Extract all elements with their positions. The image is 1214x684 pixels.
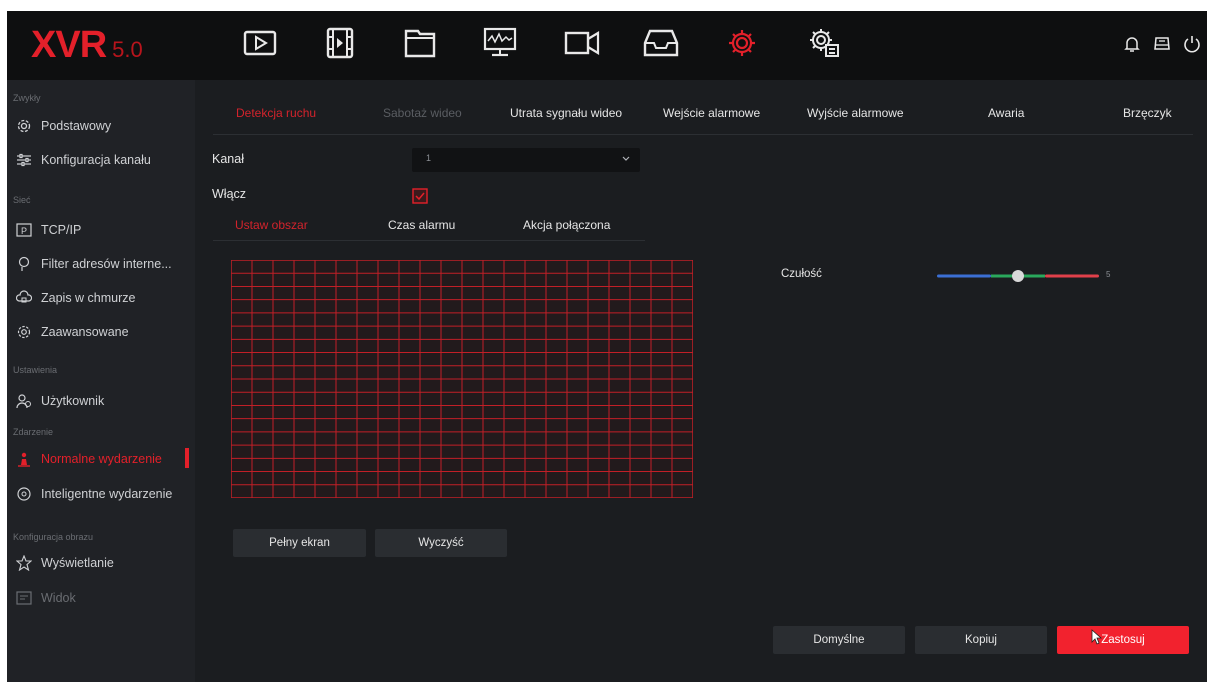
clear-button[interactable]: Wyczyść [375,529,507,557]
user-icon [15,392,33,410]
event-tabs: Detekcja ruchu Sabotaż wideo Utrata sygn… [213,106,1193,135]
sidebar-item-label: Zapis w chmurze [41,291,136,305]
enable-checkbox[interactable] [412,188,428,204]
section-label-settings: Ustawienia [13,365,58,375]
sidebar-item-label: TCP/IP [41,223,82,237]
sidebar-item-advanced[interactable]: Zaawansowane [7,319,195,345]
sidebar-item-normal-event[interactable]: Normalne wydarzenie [7,446,195,472]
settings-gear-icon[interactable] [721,23,763,63]
main-panel: Detekcja ruchu Sabotaż wideo Utrata sygn… [195,80,1207,682]
section-label-general: Zwykły [13,93,41,103]
sidebar-item-tcpip[interactable]: P TCP/IP [7,217,195,243]
sidebar-item-label: Użytkownik [41,394,105,408]
sidebar-item-label: Podstawowy [41,119,112,133]
tab-set-area[interactable]: Ustaw obszar [235,218,308,232]
view-icon [15,589,33,607]
tab-alarm-time[interactable]: Czas alarmu [388,218,455,232]
apply-button[interactable]: Zastosuj [1057,626,1189,654]
hdd-icon[interactable] [1151,33,1173,55]
sidebar-item-label: Wyświetlanie [41,556,114,570]
cloud-icon [15,289,33,307]
system-monitor-icon[interactable] [479,23,521,63]
fullscreen-button[interactable]: Pełny ekran [233,529,366,557]
copy-button[interactable]: Kopiuj [915,626,1047,654]
sidebar-item-basic[interactable]: Podstawowy [7,113,195,139]
tab-buzzer[interactable]: Brzęczyk [1123,106,1172,120]
sensitivity-label: Czułość [781,268,822,280]
sidebar-item-label: Konfiguracja kanału [41,153,151,167]
playback-icon[interactable] [239,23,281,63]
slider-thumb-layer [1012,270,1024,282]
star-icon [15,554,33,572]
enable-label: Włącz [212,187,247,201]
filter-icon [15,255,33,273]
sidebar-item-smart-event[interactable]: Inteligentne wydarzenie [7,481,195,507]
video-clip-icon[interactable] [319,23,361,63]
tab-motion-detection[interactable]: Detekcja ruchu [236,106,316,120]
maintenance-gear-icon[interactable] [803,23,845,63]
power-icon[interactable] [1181,33,1203,55]
file-folder-icon[interactable] [399,23,441,63]
section-label-network: Sieć [13,195,31,205]
mouse-cursor-icon [1091,629,1103,645]
alarm-person-icon [15,450,33,468]
advanced-gear-icon [15,323,33,341]
sidebar-item-label: Zaawansowane [41,325,129,339]
smart-event-icon [15,485,33,503]
tcpip-icon: P [15,221,33,239]
sidebar-item-label: Filter adresów interne... [41,257,172,271]
tab-video-loss[interactable]: Utrata sygnału wideo [510,106,622,120]
sidebar-item-display[interactable]: Wyświetlanie [7,550,195,576]
sidebar-item-label: Widok [41,591,76,605]
top-bar: XVR 5.0 [7,11,1207,80]
slider-thumb[interactable] [1012,270,1024,282]
sidebar-item-channel-config[interactable]: Konfiguracja kanału [7,147,195,173]
app-window: XVR 5.0 Zwykły Podstawowy Konfiguracja k… [7,11,1207,682]
motion-area-grid[interactable] [231,260,693,498]
sensitivity-value: 5 [1106,270,1111,279]
active-indicator [185,448,189,468]
logo-text: XVR [31,24,107,66]
sidebar-item-user[interactable]: Użytkownik [7,388,195,414]
gear-icon [15,117,33,135]
logo: XVR 5.0 [31,25,143,65]
tab-failure[interactable]: Awaria [988,106,1024,120]
sidebar-item-view[interactable]: Widok [7,585,195,611]
sidebar: Zwykły Podstawowy Konfiguracja kanału Si… [7,80,195,682]
logo-version: 5.0 [112,37,143,62]
bell-icon[interactable] [1121,33,1143,55]
section-label-events: Zdarzenie [13,427,54,437]
section-label-image-config: Konfiguracja obrazu [13,532,94,542]
sidebar-item-address-filter[interactable]: Filter adresów interne... [7,251,195,277]
default-button[interactable]: Domyślne [773,626,905,654]
sidebar-item-label: Normalne wydarzenie [41,452,162,466]
svg-text:P: P [21,226,27,236]
tab-alarm-input[interactable]: Wejście alarmowe [663,106,760,120]
tab-alarm-output[interactable]: Wyjście alarmowe [807,106,904,120]
sliders-icon [15,151,33,169]
channel-select[interactable]: 1 [412,148,640,172]
sidebar-item-cloud[interactable]: Zapis w chmurze [7,285,195,311]
sidebar-item-label: Inteligentne wydarzenie [41,487,173,501]
camera-icon[interactable] [561,23,603,63]
area-tabs: Ustaw obszar Czas alarmu Akcja połączona [213,210,645,241]
channel-value: 1 [426,153,432,163]
channel-label: Kanał [212,152,244,166]
chevron-down-icon [622,156,630,161]
tab-linked-action[interactable]: Akcja połączona [523,218,610,232]
storage-tray-icon[interactable] [640,23,682,63]
tab-video-tampering[interactable]: Sabotaż wideo [383,106,462,120]
